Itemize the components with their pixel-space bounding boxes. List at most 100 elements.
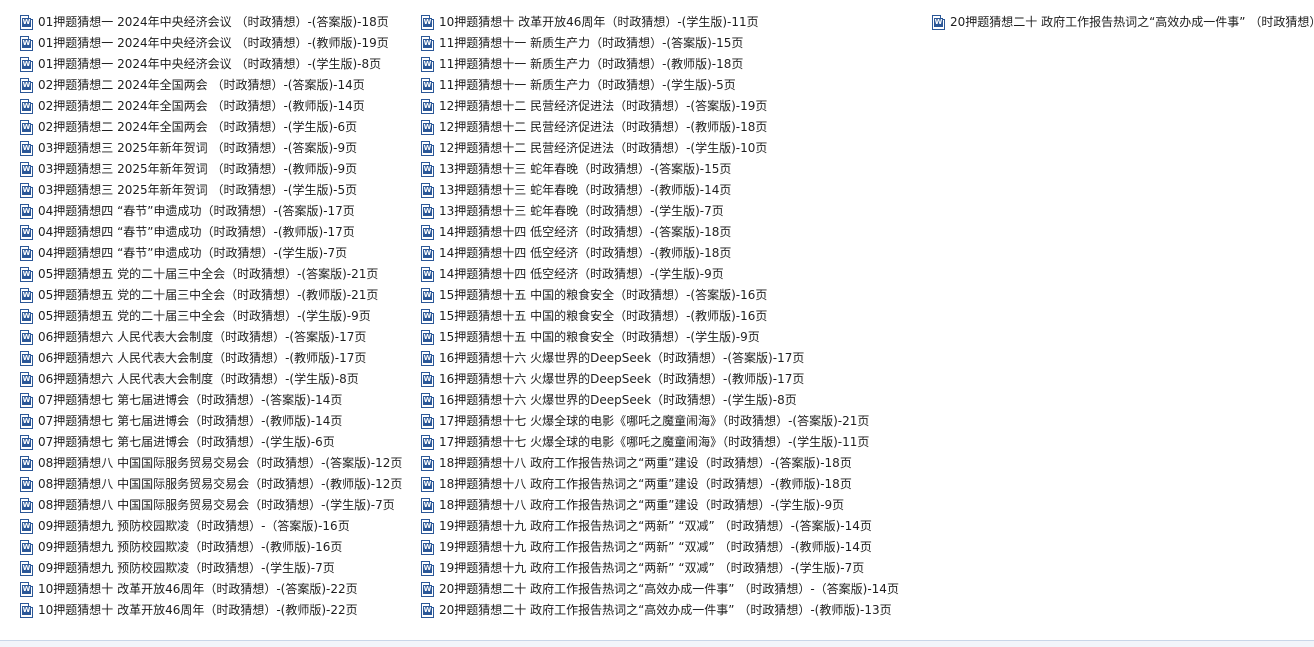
file-item[interactable]: W 10押题猜想十 改革开放46周年（时政猜想）-(教师版)-22页 — [20, 600, 402, 621]
file-item[interactable]: W 08押题猜想八 中国国际服务贸易交易会（时政猜想）-(答案版)-12页 — [20, 453, 402, 474]
file-item[interactable]: W 10押题猜想十 改革开放46周年（时政猜想）-(学生版)-11页 — [421, 12, 899, 33]
file-item[interactable]: W 11押题猜想十一 新质生产力（时政猜想）-(学生版)-5页 — [421, 75, 899, 96]
file-item[interactable]: W 07押题猜想七 第七届进博会（时政猜想）-(答案版)-14页 — [20, 390, 402, 411]
file-item[interactable]: W 04押题猜想四 “春节”申遗成功（时政猜想）-(答案版)-17页 — [20, 201, 402, 222]
file-item[interactable]: W 12押题猜想十二 民营经济促进法（时政猜想）-(教师版)-18页 — [421, 117, 899, 138]
file-item[interactable]: W 05押题猜想五 党的二十届三中全会（时政猜想）-(答案版)-21页 — [20, 264, 402, 285]
file-item[interactable]: W 03押题猜想三 2025年新年贺词 （时政猜想）-(学生版)-5页 — [20, 180, 402, 201]
file-name: 08押题猜想八 中国国际服务贸易交易会（时政猜想）-(教师版)-12页 — [38, 477, 403, 491]
word-document-icon: W — [20, 540, 33, 555]
file-name: 04押题猜想四 “春节”申遗成功（时政猜想）-(答案版)-17页 — [38, 204, 355, 218]
word-document-icon: W — [421, 288, 434, 303]
file-column-1: W 01押题猜想一 2024年中央经济会议 （时政猜想）-(答案版)-18页 W 01… — [20, 12, 402, 621]
file-item[interactable]: W 04押题猜想四 “春节”申遗成功（时政猜想）-(教师版)-17页 — [20, 222, 402, 243]
file-item[interactable]: W 08押题猜想八 中国国际服务贸易交易会（时政猜想）-(教师版)-12页 — [20, 474, 402, 495]
file-item[interactable]: W 12押题猜想十二 民营经济促进法（时政猜想）-(答案版)-19页 — [421, 96, 899, 117]
file-item[interactable]: W 19押题猜想十九 政府工作报告热词之“两新” “双减” （时政猜想）-(学生版… — [421, 558, 899, 579]
file-item[interactable]: W 02押题猜想二 2024年全国两会 （时政猜想）-(教师版)-14页 — [20, 96, 402, 117]
file-item[interactable]: W 16押题猜想十六 火爆世界的DeepSeek（时政猜想）-(答案版)-17页 — [421, 348, 899, 369]
file-item[interactable]: W 19押题猜想十九 政府工作报告热词之“两新” “双减” （时政猜想）-(答案版… — [421, 516, 899, 537]
file-item[interactable]: W 09押题猜想九 预防校园欺凌（时政猜想）-（答案版)-16页 — [20, 516, 402, 537]
file-item[interactable]: W 14押题猜想十四 低空经济（时政猜想）-(答案版)-18页 — [421, 222, 899, 243]
file-item[interactable]: W 18押题猜想十八 政府工作报告热词之“两重”建设（时政猜想）-(答案版)-18… — [421, 453, 899, 474]
file-name: 03押题猜想三 2025年新年贺词 （时政猜想）-(教师版)-9页 — [38, 162, 358, 176]
file-item[interactable]: W 05押题猜想五 党的二十届三中全会（时政猜想）-(学生版)-9页 — [20, 306, 402, 327]
file-name: 02押题猜想二 2024年全国两会 （时政猜想）-(学生版)-6页 — [38, 120, 358, 134]
word-document-icon: W — [20, 309, 33, 324]
file-name: 11押题猜想十一 新质生产力（时政猜想）-(学生版)-5页 — [439, 78, 736, 92]
word-document-icon: W — [421, 561, 434, 576]
file-item[interactable]: W 01押题猜想一 2024年中央经济会议 （时政猜想）-(教师版)-19页 — [20, 33, 402, 54]
word-document-icon: W — [421, 15, 434, 30]
word-document-icon: W — [421, 519, 434, 534]
file-item[interactable]: W 11押题猜想十一 新质生产力（时政猜想）-(教师版)-18页 — [421, 54, 899, 75]
file-item[interactable]: W 04押题猜想四 “春节”申遗成功（时政猜想）-(学生版)-7页 — [20, 243, 402, 264]
file-name: 06押题猜想六 人民代表大会制度（时政猜想）-(学生版)-8页 — [38, 372, 359, 386]
file-item[interactable]: W 15押题猜想十五 中国的粮食安全（时政猜想）-(答案版)-16页 — [421, 285, 899, 306]
file-item[interactable]: W 07押题猜想七 第七届进博会（时政猜想）-(学生版)-6页 — [20, 432, 402, 453]
file-item[interactable]: W 17押题猜想十七 火爆全球的电影《哪吒之魔童闹海》（时政猜想）-(学生版)-1… — [421, 432, 899, 453]
file-name: 02押题猜想二 2024年全国两会 （时政猜想）-(教师版)-14页 — [38, 99, 365, 113]
word-document-icon: W — [421, 393, 434, 408]
file-item[interactable]: W 02押题猜想二 2024年全国两会 （时政猜想）-(学生版)-6页 — [20, 117, 402, 138]
file-item[interactable]: W 02押题猜想二 2024年全国两会 （时政猜想）-(答案版)-14页 — [20, 75, 402, 96]
file-column-3: W 20押题猜想二十 政府工作报告热词之“高效办成一件事” （时政猜想）-(学生版… — [932, 12, 1314, 33]
file-name: 11押题猜想十一 新质生产力（时政猜想）-(教师版)-18页 — [439, 57, 744, 71]
file-name: 18押题猜想十八 政府工作报告热词之“两重”建设（时政猜想）-(教师版)-18页 — [439, 477, 852, 491]
file-name: 08押题猜想八 中国国际服务贸易交易会（时政猜想）-(答案版)-12页 — [38, 456, 403, 470]
file-item[interactable]: W 20押题猜想二十 政府工作报告热词之“高效办成一件事” （时政猜想）-(学生版… — [932, 12, 1314, 33]
file-name: 08押题猜想八 中国国际服务贸易交易会（时政猜想）-(学生版)-7页 — [38, 498, 395, 512]
word-document-icon: W — [421, 162, 434, 177]
file-item[interactable]: W 18押题猜想十八 政府工作报告热词之“两重”建设（时政猜想）-(学生版)-9页 — [421, 495, 899, 516]
file-item[interactable]: W 08押题猜想八 中国国际服务贸易交易会（时政猜想）-(学生版)-7页 — [20, 495, 402, 516]
file-item[interactable]: W 17押题猜想十七 火爆全球的电影《哪吒之魔童闹海》（时政猜想）-(答案版)-2… — [421, 411, 899, 432]
word-document-icon: W — [20, 561, 33, 576]
file-name: 07押题猜想七 第七届进博会（时政猜想）-(答案版)-14页 — [38, 393, 343, 407]
file-item[interactable]: W 09押题猜想九 预防校园欺凌（时政猜想）-(学生版)-7页 — [20, 558, 402, 579]
file-item[interactable]: W 16押题猜想十六 火爆世界的DeepSeek（时政猜想）-(教师版)-17页 — [421, 369, 899, 390]
file-item[interactable]: W 13押题猜想十三 蛇年春晚（时政猜想）-(教师版)-14页 — [421, 180, 899, 201]
file-item[interactable]: W 18押题猜想十八 政府工作报告热词之“两重”建设（时政猜想）-(教师版)-18… — [421, 474, 899, 495]
file-item[interactable]: W 10押题猜想十 改革开放46周年（时政猜想）-(答案版)-22页 — [20, 579, 402, 600]
file-item[interactable]: W 03押题猜想三 2025年新年贺词 （时政猜想）-(答案版)-9页 — [20, 138, 402, 159]
file-item[interactable]: W 12押题猜想十二 民营经济促进法（时政猜想）-(学生版)-10页 — [421, 138, 899, 159]
file-name: 16押题猜想十六 火爆世界的DeepSeek（时政猜想）-(教师版)-17页 — [439, 372, 805, 386]
file-name: 13押题猜想十三 蛇年春晚（时政猜想）-(答案版)-15页 — [439, 162, 732, 176]
file-item[interactable]: W 20押题猜想二十 政府工作报告热词之“高效办成一件事” （时政猜想）-(教师版… — [421, 600, 899, 621]
file-item[interactable]: W 14押题猜想十四 低空经济（时政猜想）-(学生版)-9页 — [421, 264, 899, 285]
file-item[interactable]: W 20押题猜想二十 政府工作报告热词之“高效办成一件事” （时政猜想）-（答案版… — [421, 579, 899, 600]
file-item[interactable]: W 01押题猜想一 2024年中央经济会议 （时政猜想）-(答案版)-18页 — [20, 12, 402, 33]
file-name: 06押题猜想六 人民代表大会制度（时政猜想）-(答案版)-17页 — [38, 330, 367, 344]
file-name: 10押题猜想十 改革开放46周年（时政猜想）-(学生版)-11页 — [439, 15, 759, 29]
file-item[interactable]: W 13押题猜想十三 蛇年春晚（时政猜想）-(学生版)-7页 — [421, 201, 899, 222]
file-name: 20押题猜想二十 政府工作报告热词之“高效办成一件事” （时政猜想）-(学生版)… — [950, 15, 1314, 29]
word-document-icon: W — [20, 288, 33, 303]
word-document-icon: W — [20, 519, 33, 534]
file-name: 13押题猜想十三 蛇年春晚（时政猜想）-(学生版)-7页 — [439, 204, 724, 218]
file-item[interactable]: W 05押题猜想五 党的二十届三中全会（时政猜想）-(教师版)-21页 — [20, 285, 402, 306]
word-document-icon: W — [421, 99, 434, 114]
file-item[interactable]: W 15押题猜想十五 中国的粮食安全（时政猜想）-(学生版)-9页 — [421, 327, 899, 348]
file-name: 16押题猜想十六 火爆世界的DeepSeek（时政猜想）-(答案版)-17页 — [439, 351, 805, 365]
file-item[interactable]: W 07押题猜想七 第七届进博会（时政猜想）-(教师版)-14页 — [20, 411, 402, 432]
file-item[interactable]: W 01押题猜想一 2024年中央经济会议 （时政猜想）-(学生版)-8页 — [20, 54, 402, 75]
file-column-2: W 10押题猜想十 改革开放46周年（时政猜想）-(学生版)-11页 W 11押题猜想… — [421, 12, 899, 621]
file-item[interactable]: W 14押题猜想十四 低空经济（时政猜想）-(教师版)-18页 — [421, 243, 899, 264]
file-name: 03押题猜想三 2025年新年贺词 （时政猜想）-(答案版)-9页 — [38, 141, 358, 155]
word-document-icon: W — [20, 204, 33, 219]
file-name: 01押题猜想一 2024年中央经济会议 （时政猜想）-(学生版)-8页 — [38, 57, 382, 71]
file-item[interactable]: W 06押题猜想六 人民代表大会制度（时政猜想）-(学生版)-8页 — [20, 369, 402, 390]
word-document-icon: W — [421, 456, 434, 471]
file-item[interactable]: W 03押题猜想三 2025年新年贺词 （时政猜想）-(教师版)-9页 — [20, 159, 402, 180]
word-document-icon: W — [20, 78, 33, 93]
file-item[interactable]: W 06押题猜想六 人民代表大会制度（时政猜想）-(教师版)-17页 — [20, 348, 402, 369]
file-item[interactable]: W 15押题猜想十五 中国的粮食安全（时政猜想）-(教师版)-16页 — [421, 306, 899, 327]
file-item[interactable]: W 06押题猜想六 人民代表大会制度（时政猜想）-(答案版)-17页 — [20, 327, 402, 348]
word-document-icon: W — [421, 246, 434, 261]
file-item[interactable]: W 19押题猜想十九 政府工作报告热词之“两新” “双减” （时政猜想）-(教师版… — [421, 537, 899, 558]
file-item[interactable]: W 13押题猜想十三 蛇年春晚（时政猜想）-(答案版)-15页 — [421, 159, 899, 180]
file-item[interactable]: W 11押题猜想十一 新质生产力（时政猜想）-(答案版)-15页 — [421, 33, 899, 54]
file-item[interactable]: W 16押题猜想十六 火爆世界的DeepSeek（时政猜想）-(学生版)-8页 — [421, 390, 899, 411]
file-item[interactable]: W 09押题猜想九 预防校园欺凌（时政猜想）-(教师版)-16页 — [20, 537, 402, 558]
file-name: 20押题猜想二十 政府工作报告热词之“高效办成一件事” （时政猜想）-（答案版)… — [439, 582, 899, 596]
